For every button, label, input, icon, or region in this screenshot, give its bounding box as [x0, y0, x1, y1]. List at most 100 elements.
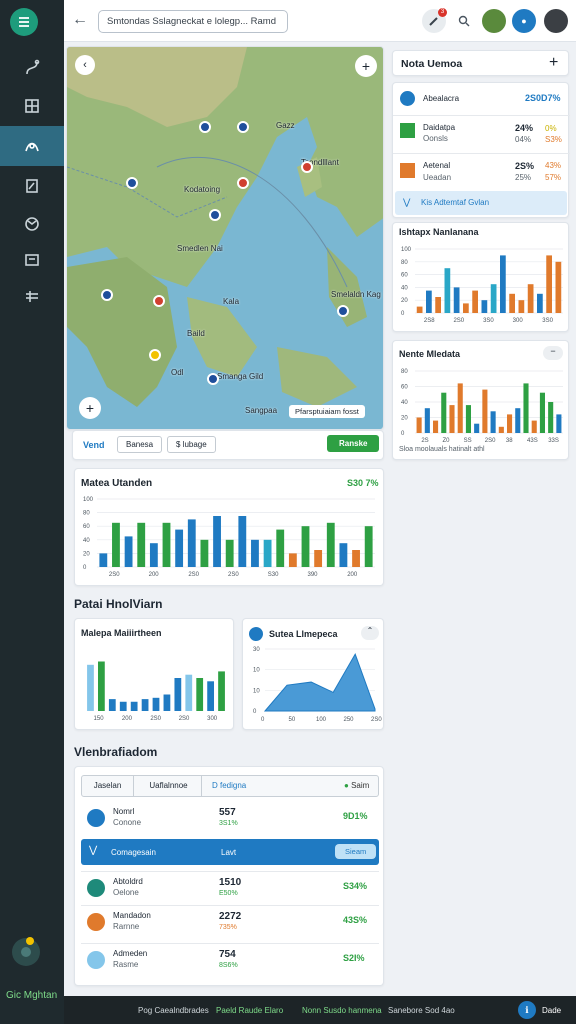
- row-name: Nomrl: [113, 807, 135, 816]
- x-tick-label: 390: [307, 572, 318, 578]
- map-pin-icon[interactable]: [153, 295, 165, 307]
- map-toolbar: Vend Banesa $ lubage Ranske: [72, 430, 384, 460]
- sidebar-item-panel[interactable]: [0, 240, 64, 280]
- y-tick-label: 60: [83, 524, 90, 530]
- table-tab-2[interactable]: Uaflalnnoe: [136, 776, 202, 796]
- map-pin-icon[interactable]: [209, 209, 221, 221]
- tab-lubage[interactable]: $ lubage: [167, 436, 216, 453]
- footer-item-2[interactable]: Paeld Raude Elaro: [216, 1006, 283, 1015]
- add-icon[interactable]: +: [549, 54, 558, 72]
- info-icon[interactable]: ℹ: [518, 1001, 536, 1019]
- bar: [108, 699, 116, 711]
- map-label[interactable]: Sangpaa: [245, 406, 277, 415]
- notification-dot: [26, 937, 34, 945]
- map-pin-icon[interactable]: [237, 177, 249, 189]
- y-tick-label: 0: [83, 565, 87, 571]
- search-button[interactable]: [452, 9, 476, 33]
- map-label[interactable]: Baild: [187, 329, 205, 338]
- map-label[interactable]: Odl: [171, 368, 183, 377]
- user-avatar-1[interactable]: [482, 9, 506, 33]
- footer-item-3[interactable]: Nonn Susdo hanmena: [302, 1006, 382, 1015]
- info-bar[interactable]: ⋁ Kis Adtemtaf Gvlan: [395, 191, 567, 215]
- bar: [433, 420, 439, 433]
- map-panel[interactable]: ‹ + + Pfarsptuiaiam fosst Gazz Tsondlllan…: [66, 46, 384, 430]
- table-row[interactable]: Mandadon Rarnne 2272 735% 43S%: [81, 909, 379, 939]
- right-panel-header: Nota Uemoa +: [392, 50, 569, 76]
- map-pin-icon[interactable]: [337, 305, 349, 317]
- sidebar-item-routes[interactable]: [0, 48, 64, 88]
- back-arrow-icon[interactable]: ←: [70, 10, 90, 30]
- footer-item-4[interactable]: Sanebore Sod 4ao: [388, 1006, 455, 1015]
- y-tick-label: 80: [83, 511, 90, 517]
- bar: [276, 529, 285, 567]
- wrench-icon: [429, 17, 438, 26]
- map-pin-icon[interactable]: [101, 289, 113, 301]
- table-highlight-row[interactable]: ⋁ Comagesain Lavt Sieam: [81, 839, 379, 865]
- table-tab-action[interactable]: ● Saim: [344, 776, 369, 796]
- map-pin-icon[interactable]: [199, 121, 211, 133]
- y-tick-label: 0: [401, 431, 405, 437]
- sidebar-item-grid[interactable]: [0, 86, 64, 126]
- map-label[interactable]: Gazz: [276, 121, 295, 130]
- sidebar-brand: Gic Mghtan: [6, 990, 58, 1001]
- bar: [555, 261, 562, 313]
- table-tab-3[interactable]: D fedigna: [212, 776, 246, 796]
- footer-item-1[interactable]: Pog Caealndbrades: [138, 1006, 209, 1015]
- sidebar-item-layers[interactable]: [0, 276, 64, 316]
- chart-main: Matea Utanden S30 7% 100 80 60 40 20 0 2S0 200 2…: [74, 468, 384, 586]
- x-tick-label: 300: [513, 318, 524, 324]
- bar: [99, 553, 108, 567]
- x-tick-label: 2S0: [228, 572, 239, 578]
- stat-sub-3: Ueadan: [423, 173, 452, 182]
- x-tick-label: 2S8: [424, 318, 435, 324]
- table-row[interactable]: Nomrl Conone 557 3S1% 9D1%: [81, 805, 379, 835]
- table-row[interactable]: Abtoldrd Oelone 1510 E50% S34%: [81, 875, 379, 905]
- action-button[interactable]: Ranske: [327, 435, 380, 452]
- y-tick-label: 30: [253, 647, 260, 653]
- map-label[interactable]: Smelaldn Kag: [331, 290, 381, 299]
- map-add-button[interactable]: +: [355, 55, 377, 77]
- map-label[interactable]: Smedlen Nai: [177, 244, 223, 253]
- document-icon: [26, 179, 38, 193]
- search-input[interactable]: Smtondas Sslagneckat e lolegp... Ramd: [98, 10, 288, 33]
- menu-button[interactable]: [10, 8, 38, 36]
- map-pin-icon[interactable]: [126, 177, 138, 189]
- layers-icon: [26, 291, 38, 302]
- tab-banesa[interactable]: Banesa: [117, 436, 163, 453]
- user-avatar-2[interactable]: ●: [512, 9, 536, 33]
- row-name: Abtoldrd: [113, 877, 143, 886]
- section-title-1: Patai HnolViarn: [74, 597, 163, 611]
- chart-right-2-caption: Sloa moolauals hatinalt athl: [399, 446, 485, 453]
- map-label[interactable]: Kodatoing: [184, 185, 220, 194]
- bar: [339, 543, 348, 567]
- table-row[interactable]: Admeden Rasme 754 8S6% S2I%: [81, 947, 379, 977]
- map-back-button[interactable]: ‹: [75, 55, 95, 75]
- bar: [472, 290, 478, 313]
- row-icon: [87, 879, 105, 897]
- highlight-mid: Lavt: [221, 848, 237, 857]
- bar: [301, 526, 310, 567]
- map-pin-icon[interactable]: [149, 349, 161, 361]
- map-pin-icon[interactable]: [237, 121, 249, 133]
- map-label[interactable]: Smanga Gild: [217, 372, 263, 381]
- sidebar-item-documents[interactable]: [0, 166, 64, 206]
- sidebar-item-globe[interactable]: [0, 204, 64, 244]
- map-label[interactable]: Kala: [223, 297, 239, 306]
- highlight-button[interactable]: Sieam: [335, 844, 377, 859]
- footer-right[interactable]: Dade: [542, 1006, 561, 1015]
- area-series: [263, 652, 376, 712]
- map-pin-icon[interactable]: [301, 161, 313, 173]
- y-tick-label: 80: [401, 260, 408, 266]
- bar: [213, 516, 221, 567]
- map-pin-icon[interactable]: [207, 373, 219, 385]
- row-right: 9D1%: [343, 811, 368, 821]
- tab-vend[interactable]: Vend: [83, 440, 105, 450]
- chart-right-2-svg: 80 60 40 20 0 2S Z0 SS 2S0 38 43S 33S: [401, 369, 563, 444]
- row-pct: 3S1%: [219, 820, 238, 827]
- profile-avatar[interactable]: [544, 9, 568, 33]
- sidebar-item-analytics[interactable]: [0, 126, 64, 166]
- bar: [225, 539, 234, 567]
- table-tab-1[interactable]: Jaselan: [82, 776, 134, 796]
- zoom-in-button[interactable]: +: [79, 397, 101, 419]
- bar: [556, 414, 562, 433]
